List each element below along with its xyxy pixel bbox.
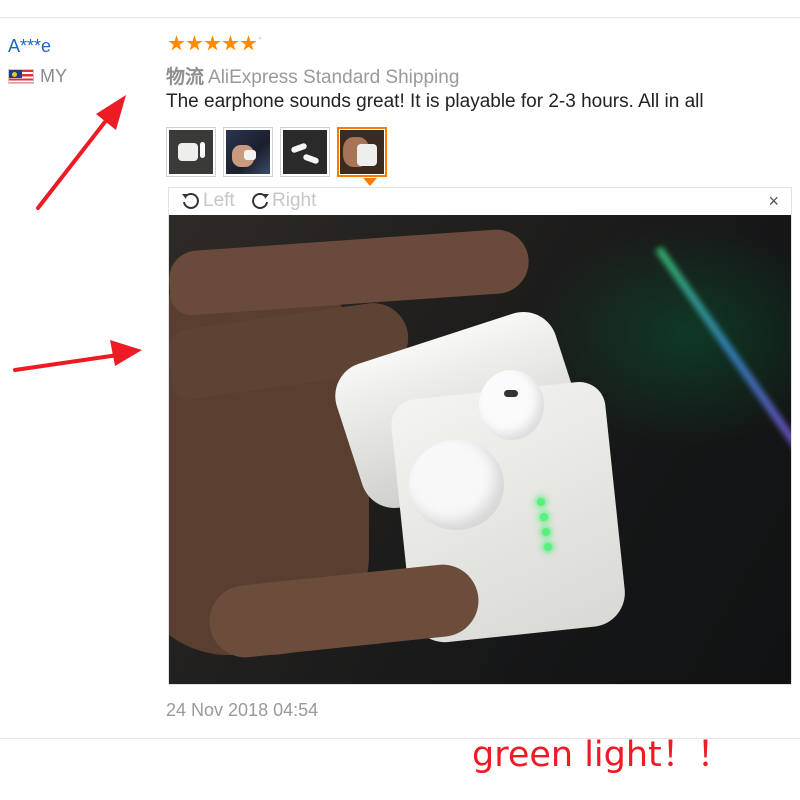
shipping-label: 物流 bbox=[166, 67, 205, 88]
rotate-right-label: Right bbox=[272, 190, 317, 211]
review-thumbnail-3[interactable] bbox=[280, 127, 330, 177]
annotation-text: green light！！ bbox=[472, 735, 732, 775]
review-photo-earbuds bbox=[168, 215, 792, 685]
review-thumbnails bbox=[166, 127, 394, 177]
star-icon bbox=[204, 35, 221, 51]
selected-thumbnail-caret bbox=[363, 178, 377, 186]
review-thumbnail-2[interactable] bbox=[223, 127, 273, 177]
star-icon bbox=[186, 35, 203, 51]
malaysia-flag-icon bbox=[8, 69, 34, 84]
star-icon bbox=[168, 35, 185, 51]
thumbnail-image bbox=[226, 130, 270, 174]
red-arrow-right-icon bbox=[13, 340, 142, 372]
led-indicator bbox=[537, 498, 545, 506]
thumbnail-image bbox=[340, 130, 384, 174]
review-thumbnail-1[interactable] bbox=[166, 127, 216, 177]
review-text: The earphone sounds great! It is playabl… bbox=[166, 91, 704, 112]
buyer-country: MY bbox=[8, 66, 67, 87]
review-date: 24 Nov 2018 04:54 bbox=[166, 700, 319, 720]
review-thumbnail-4-selected[interactable] bbox=[337, 127, 387, 177]
shipping-info: 物流 AliExpress Standard Shipping bbox=[166, 62, 459, 89]
led-indicator bbox=[540, 513, 548, 521]
thumbnail-image bbox=[283, 130, 327, 174]
close-icon[interactable]: × bbox=[768, 191, 779, 211]
rotate-left-button[interactable]: Left bbox=[180, 190, 235, 212]
rotate-left-icon bbox=[182, 193, 199, 209]
led-indicator bbox=[544, 543, 552, 551]
rotate-left-label: Left bbox=[203, 190, 235, 211]
top-divider bbox=[0, 17, 800, 18]
country-code: MY bbox=[40, 66, 67, 86]
shipping-method: AliExpress Standard Shipping bbox=[208, 67, 460, 88]
red-arrow-up-icon bbox=[36, 95, 126, 210]
rotate-right-icon bbox=[252, 193, 269, 209]
star-icon bbox=[222, 35, 239, 51]
buyer-name-link[interactable]: A***e bbox=[8, 36, 51, 57]
thumbnail-image bbox=[169, 130, 213, 174]
rating-tail-mark: ' bbox=[259, 36, 261, 47]
rotate-right-button[interactable]: Right bbox=[249, 190, 316, 212]
image-viewer-toolbar: Left Right × bbox=[168, 187, 792, 215]
led-indicator bbox=[542, 528, 550, 536]
rating-stars: ' bbox=[168, 35, 261, 52]
star-icon bbox=[240, 35, 257, 51]
